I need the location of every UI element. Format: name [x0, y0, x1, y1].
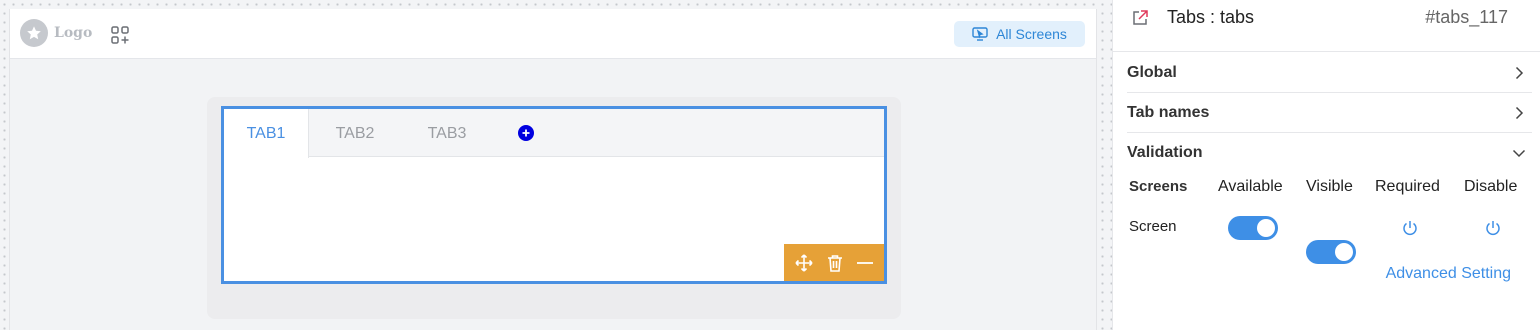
column-header-visible: Visible: [1306, 178, 1353, 195]
section-label: Validation: [1127, 144, 1203, 161]
screen-topbar: Logo All Screens: [10, 9, 1096, 59]
screen-cursor-icon: [972, 27, 988, 41]
all-screens-label: All Screens: [996, 26, 1067, 42]
tabs-widget[interactable]: TAB1 TAB2 TAB3: [221, 106, 887, 284]
column-header-required: Required: [1375, 178, 1440, 195]
widget-toolbar: [784, 244, 884, 281]
logo-text: Logo: [54, 25, 93, 41]
tab-label: TAB3: [427, 124, 467, 142]
external-link-icon[interactable]: [1131, 9, 1149, 27]
chevron-down-icon: [1512, 149, 1526, 158]
design-canvas: Logo All Screens TAB1 TAB2 TAB3: [0, 0, 1112, 330]
column-header-available: Available: [1218, 178, 1283, 195]
column-header-disable: Disable: [1464, 178, 1518, 195]
disable-power-icon[interactable]: [1483, 218, 1503, 243]
column-header-screens: Screens: [1129, 178, 1188, 195]
tab-strip: TAB1 TAB2 TAB3: [224, 109, 884, 158]
required-power-icon[interactable]: [1400, 218, 1420, 243]
advanced-setting-link[interactable]: Advanced Setting: [1386, 265, 1511, 283]
section-label: Tab names: [1127, 103, 1210, 121]
move-icon[interactable]: [795, 253, 813, 272]
visible-toggle[interactable]: [1306, 240, 1356, 264]
tab-label: TAB1: [246, 124, 286, 142]
tab-label: TAB2: [335, 124, 375, 142]
add-widget-icon[interactable]: [110, 25, 130, 45]
section-global[interactable]: Global: [1127, 53, 1532, 93]
add-tab-icon[interactable]: [518, 125, 534, 141]
property-panel: Tabs : tabs #tabs_117 Global Tab names V…: [1112, 0, 1540, 330]
all-screens-button[interactable]: All Screens: [954, 21, 1085, 47]
minimize-icon[interactable]: [857, 261, 873, 265]
panel-header: Tabs : tabs #tabs_117: [1113, 0, 1540, 52]
chevron-right-icon: [1515, 66, 1524, 79]
star-icon: [20, 19, 48, 47]
section-label: Global: [1127, 63, 1177, 81]
component-title: Tabs : tabs: [1167, 7, 1255, 27]
component-card: TAB1 TAB2 TAB3: [207, 97, 901, 319]
available-toggle[interactable]: [1228, 216, 1278, 240]
screen-board: Logo All Screens TAB1 TAB2 TAB3: [9, 9, 1097, 330]
trash-icon[interactable]: [827, 254, 843, 272]
section-validation[interactable]: Validation: [1127, 133, 1532, 173]
chevron-right-icon: [1515, 106, 1524, 119]
row-screen-name: Screen: [1129, 218, 1177, 235]
validation-table: Screens Available Visible Required Disab…: [1129, 178, 1529, 264]
section-tab-names[interactable]: Tab names: [1127, 93, 1532, 133]
component-id: #tabs_117: [1425, 7, 1508, 27]
tab-2[interactable]: TAB2: [309, 109, 401, 158]
tab-3[interactable]: TAB3: [401, 109, 493, 158]
logo: Logo: [20, 19, 92, 47]
tab-1[interactable]: TAB1: [224, 109, 309, 158]
